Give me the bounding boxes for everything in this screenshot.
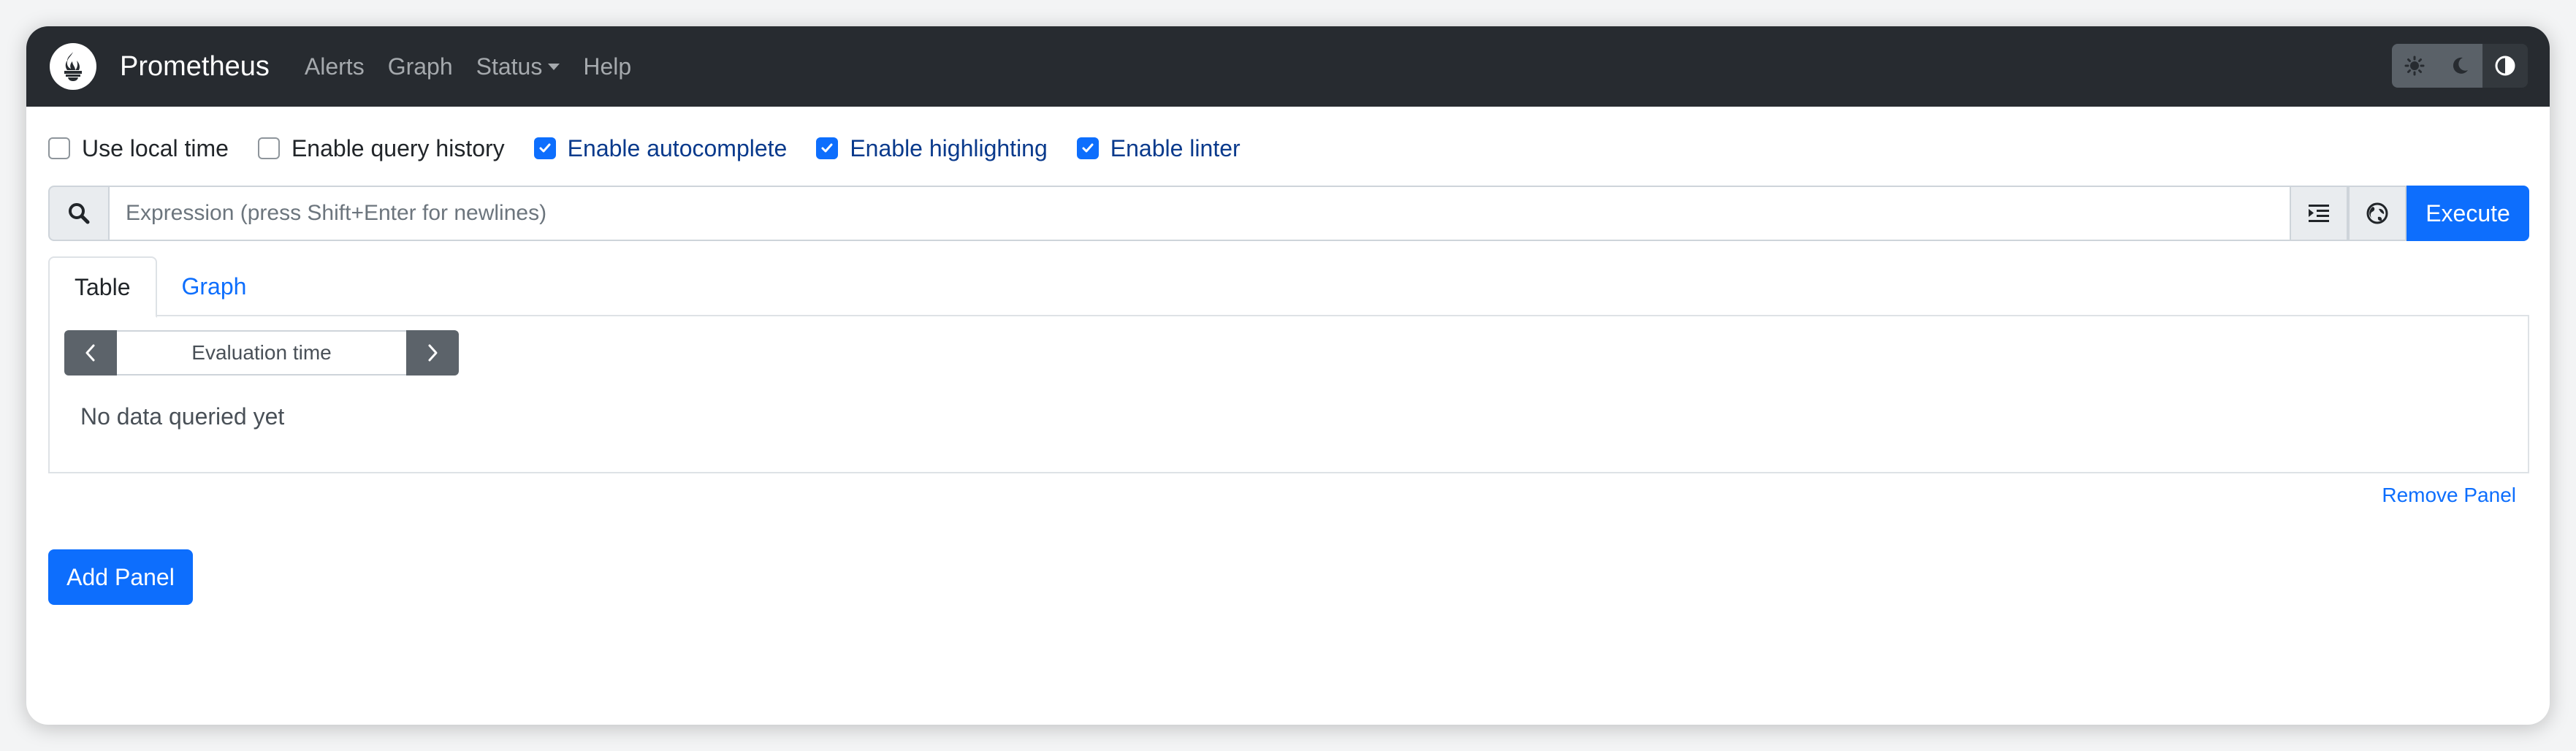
table-panel: Evaluation time No data queried yet bbox=[48, 316, 2529, 473]
metrics-explorer-button[interactable] bbox=[2348, 186, 2407, 241]
evaluation-time-input[interactable]: Evaluation time bbox=[117, 330, 406, 376]
eval-time-back-button[interactable] bbox=[64, 330, 117, 376]
brand-title[interactable]: Prometheus bbox=[120, 51, 270, 83]
enable-highlighting-label: Enable highlighting bbox=[850, 134, 1048, 161]
caret-down-icon bbox=[548, 63, 560, 70]
nav-link-help[interactable]: Help bbox=[583, 53, 631, 80]
theme-switcher bbox=[2392, 44, 2528, 88]
enable-autocomplete-checkbox[interactable] bbox=[533, 137, 556, 159]
execute-button[interactable]: Execute bbox=[2407, 186, 2529, 241]
format-expression-button[interactable] bbox=[2290, 186, 2348, 241]
tab-table[interactable]: Table bbox=[48, 256, 157, 318]
nav-link-alerts[interactable]: Alerts bbox=[305, 53, 365, 80]
nav-link-graph[interactable]: Graph bbox=[388, 53, 453, 80]
enable-highlighting-checkbox[interactable] bbox=[816, 137, 839, 159]
enable-query-history-checkbox[interactable] bbox=[257, 137, 280, 159]
expression-input-group: Execute bbox=[48, 186, 2529, 241]
checkmark-icon bbox=[1082, 143, 1094, 153]
checkmark-icon bbox=[539, 143, 551, 153]
top-navbar: Prometheus Alerts Graph Status Help bbox=[26, 26, 2550, 107]
sun-icon bbox=[2404, 56, 2425, 76]
contrast-icon bbox=[2495, 56, 2515, 76]
option-use-local-time[interactable]: Use local time bbox=[48, 135, 229, 162]
dark-theme-button[interactable] bbox=[2437, 44, 2482, 88]
search-icon-addon bbox=[48, 186, 110, 241]
enable-autocomplete-label: Enable autocomplete bbox=[567, 134, 788, 161]
option-enable-highlighting[interactable]: Enable highlighting bbox=[816, 134, 1048, 162]
search-icon bbox=[69, 203, 90, 224]
eval-time-forward-button[interactable] bbox=[406, 330, 459, 376]
add-panel-button[interactable]: Add Panel bbox=[48, 549, 193, 605]
chevron-right-icon bbox=[428, 344, 438, 362]
nav-dropdown-status[interactable]: Status bbox=[476, 53, 560, 80]
app-window: Prometheus Alerts Graph Status Help Use … bbox=[26, 26, 2550, 725]
nav-link-status-label: Status bbox=[476, 53, 543, 80]
auto-theme-button[interactable] bbox=[2482, 44, 2528, 88]
use-local-time-checkbox[interactable] bbox=[48, 137, 70, 159]
panel-tabs: Table Graph bbox=[48, 256, 2529, 318]
light-theme-button[interactable] bbox=[2392, 44, 2437, 88]
option-enable-linter[interactable]: Enable linter bbox=[1076, 134, 1241, 162]
option-enable-query-history[interactable]: Enable query history bbox=[257, 134, 505, 162]
evaluation-time-picker: Evaluation time bbox=[64, 330, 459, 376]
option-enable-autocomplete[interactable]: Enable autocomplete bbox=[533, 134, 788, 162]
globe-icon bbox=[2366, 202, 2388, 224]
query-options-row: Use local time Enable query history Enab… bbox=[26, 107, 2550, 183]
expression-input[interactable] bbox=[110, 186, 2290, 241]
enable-query-history-label: Enable query history bbox=[291, 134, 505, 161]
prometheus-logo-icon[interactable] bbox=[50, 43, 96, 90]
checkmark-icon bbox=[821, 143, 833, 153]
remove-panel-link[interactable]: Remove Panel bbox=[2382, 484, 2516, 507]
moon-icon bbox=[2453, 57, 2468, 74]
indent-icon bbox=[2309, 205, 2329, 222]
chevron-left-icon bbox=[85, 344, 95, 362]
enable-linter-label: Enable linter bbox=[1110, 134, 1241, 161]
tab-graph[interactable]: Graph bbox=[157, 256, 272, 316]
use-local-time-label: Use local time bbox=[82, 134, 229, 161]
empty-result-message: No data queried yet bbox=[80, 403, 285, 430]
enable-linter-checkbox[interactable] bbox=[1076, 137, 1099, 159]
